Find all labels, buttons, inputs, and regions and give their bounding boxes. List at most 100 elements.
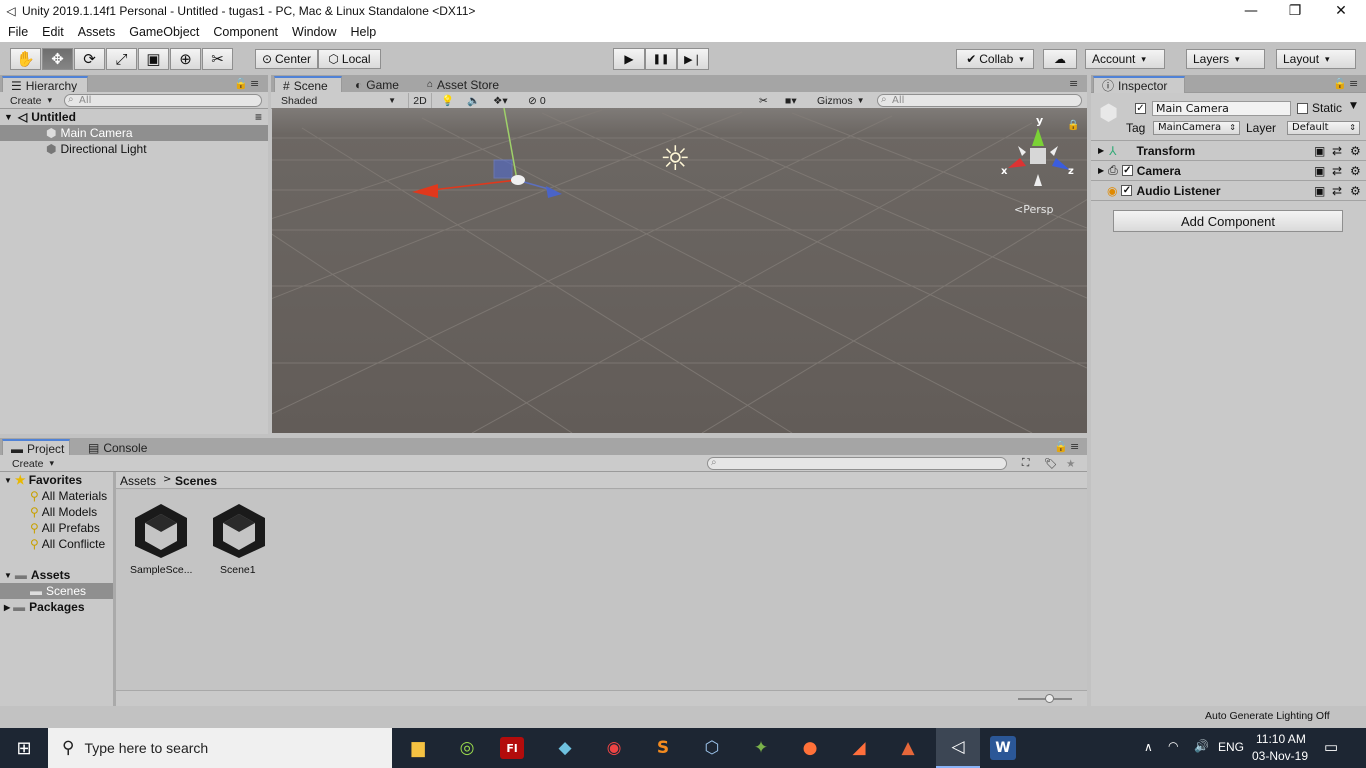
- scene-asset-tile[interactable]: SampleSce...: [126, 500, 196, 580]
- account-dropdown[interactable]: Account: [1085, 49, 1165, 69]
- effects-dropdown-icon[interactable]: ❖▾: [493, 93, 508, 108]
- settings-gear-icon[interactable]: ⚙: [1350, 164, 1361, 178]
- favorite-item[interactable]: ⚲ All Prefabs: [30, 520, 100, 536]
- favorites-header[interactable]: ▼ ★ Favorites: [0, 472, 113, 488]
- windows-start-icon[interactable]: ⊞: [8, 733, 40, 763]
- hierarchy-search-input[interactable]: All: [64, 94, 262, 107]
- scenes-folder-row[interactable]: ▬ Scenes: [0, 583, 113, 599]
- move-gizmo-icon[interactable]: [402, 108, 572, 208]
- projection-toggle[interactable]: <Persp: [1014, 203, 1053, 216]
- menu-window[interactable]: Window: [285, 25, 343, 39]
- breadcrumb-assets[interactable]: Assets: [120, 474, 156, 488]
- active-checkbox[interactable]: ✓: [1135, 103, 1146, 114]
- custom-editor-tool-icon[interactable]: ✂: [202, 48, 233, 70]
- panel-menu-icon[interactable]: ≡: [1069, 77, 1078, 90]
- search-by-type-icon[interactable]: ⛶: [1022, 456, 1029, 471]
- word-icon[interactable]: W: [990, 736, 1016, 760]
- clock-time[interactable]: 11:10 AM: [1256, 732, 1306, 746]
- camera-settings-dropdown[interactable]: ■▾: [785, 93, 797, 108]
- wifi-icon[interactable]: ◠: [1168, 739, 1178, 753]
- zoom-slider-handle[interactable]: [1045, 694, 1054, 703]
- favorite-item[interactable]: ⚲ All Conflicte: [30, 536, 113, 552]
- menu-component[interactable]: Component: [206, 25, 285, 39]
- help-book-icon[interactable]: ▣: [1314, 164, 1325, 178]
- rect-tool-icon[interactable]: ▣: [138, 48, 169, 70]
- language-indicator[interactable]: ENG: [1218, 740, 1244, 754]
- pause-button[interactable]: ❚❚: [645, 48, 677, 70]
- hierarchy-item-directional-light[interactable]: ⬢ Directional Light: [0, 141, 268, 157]
- sublime-text-icon[interactable]: S: [647, 733, 679, 763]
- close-button[interactable]: ✕: [1318, 0, 1364, 22]
- sourcetree-icon[interactable]: ◆: [549, 733, 581, 763]
- tab-game[interactable]: ◐ Game: [347, 76, 407, 93]
- directional-light-sun-icon[interactable]: ☼: [660, 142, 690, 176]
- tag-dropdown[interactable]: MainCamera ⇕: [1153, 121, 1240, 135]
- scene-root-row[interactable]: ▼ ◁ Untitled ≡: [0, 109, 268, 125]
- tools-icon[interactable]: ✂: [759, 93, 768, 108]
- lighting-toggle-icon[interactable]: 💡: [441, 93, 454, 108]
- tab-inspector[interactable]: ⓘ Inspector: [1093, 76, 1185, 93]
- preset-sliders-icon[interactable]: ⇄: [1332, 184, 1342, 198]
- tray-chevron-up-icon[interactable]: ∧: [1144, 740, 1153, 754]
- play-button[interactable]: ▶: [613, 48, 645, 70]
- audio-toggle-icon[interactable]: 🔈: [467, 93, 480, 108]
- virtualbox-icon[interactable]: ⬡: [696, 733, 728, 763]
- menu-gameobject[interactable]: GameObject: [122, 25, 206, 39]
- expand-arrow-icon[interactable]: ▼: [4, 476, 12, 485]
- add-component-button[interactable]: Add Component: [1113, 210, 1343, 232]
- project-search-input[interactable]: [707, 457, 1007, 470]
- scene-asset-tile[interactable]: Scene1: [204, 500, 274, 580]
- maximize-button[interactable]: ❐: [1272, 0, 1318, 22]
- static-dropdown-icon[interactable]: ▼: [1350, 101, 1357, 111]
- expand-arrow-icon[interactable]: ▼: [4, 571, 12, 580]
- lock-icon[interactable]: 🔒: [1054, 440, 1068, 453]
- menu-assets[interactable]: Assets: [71, 25, 123, 39]
- minimize-button[interactable]: —: [1228, 0, 1274, 22]
- hierarchy-create-dropdown[interactable]: Create: [10, 93, 52, 108]
- project-create-dropdown[interactable]: Create: [12, 456, 54, 471]
- packages-folder-row[interactable]: ▶ ▬ Packages: [0, 599, 113, 615]
- layer-dropdown[interactable]: Default ⇕: [1287, 121, 1360, 135]
- notification-icon[interactable]: ▭: [1324, 738, 1338, 756]
- component-camera[interactable]: ▶ ⎙ ✓ Camera ▣ ⇄ ⚙: [1091, 160, 1366, 180]
- app-icon[interactable]: ▲: [892, 733, 924, 763]
- 2d-toggle-button[interactable]: 2D: [408, 93, 432, 108]
- matlab-icon[interactable]: ◢: [843, 733, 875, 763]
- unity-taskbar-icon[interactable]: ◁: [936, 728, 980, 768]
- collab-dropdown[interactable]: ✔ Collab: [956, 49, 1034, 69]
- preset-sliders-icon[interactable]: ⇄: [1332, 144, 1342, 158]
- help-book-icon[interactable]: ▣: [1314, 144, 1325, 158]
- object-name-field[interactable]: Main Camera: [1152, 101, 1291, 116]
- tab-asset-store[interactable]: ⌂ Asset Store: [419, 76, 507, 93]
- camera-enabled-checkbox[interactable]: ✓: [1121, 165, 1133, 176]
- panel-menu-icon[interactable]: ≡: [1070, 440, 1079, 453]
- expand-arrow-icon[interactable]: ▼: [4, 112, 13, 122]
- speaker-icon[interactable]: 🔊: [1194, 739, 1209, 753]
- layout-dropdown[interactable]: Layout: [1276, 49, 1356, 69]
- collapse-arrow-icon[interactable]: ▶: [4, 603, 10, 612]
- breadcrumb-scenes[interactable]: Scenes: [175, 474, 217, 488]
- help-book-icon[interactable]: ▣: [1314, 184, 1325, 198]
- step-button[interactable]: ▶❘: [677, 48, 709, 70]
- move-tool-icon[interactable]: ✥: [42, 48, 73, 70]
- draw-mode-dropdown[interactable]: Shaded ▼: [281, 93, 396, 108]
- scale-tool-icon[interactable]: ⤢: [106, 48, 137, 70]
- file-explorer-icon[interactable]: ▆: [402, 733, 434, 763]
- hand-tool-icon[interactable]: ✋: [10, 48, 41, 70]
- component-transform[interactable]: ▶ ⅄ Transform ▣ ⇄ ⚙: [1091, 140, 1366, 160]
- tab-console[interactable]: ▤ Console: [80, 439, 155, 456]
- transform-tool-icon[interactable]: ⊕: [170, 48, 201, 70]
- flash-icon[interactable]: Fl: [500, 737, 524, 759]
- assets-folder-row[interactable]: ▼ ▬ Assets: [0, 567, 113, 583]
- tab-hierarchy[interactable]: ☰ Hierarchy: [2, 76, 88, 93]
- tab-project[interactable]: ▬ Project: [2, 439, 70, 456]
- hidden-objects-toggle[interactable]: ⊘ 0: [528, 93, 546, 108]
- greenshot-icon[interactable]: ◎: [451, 733, 483, 763]
- settings-gear-icon[interactable]: ⚙: [1350, 144, 1361, 158]
- preset-sliders-icon[interactable]: ⇄: [1332, 164, 1342, 178]
- panel-menu-icon[interactable]: ≡: [1349, 77, 1358, 90]
- cloud-button[interactable]: ☁: [1043, 49, 1077, 69]
- static-checkbox[interactable]: [1297, 103, 1308, 114]
- favorite-item[interactable]: ⚲ All Materials: [30, 488, 107, 504]
- lock-icon[interactable]: 🔒: [234, 77, 248, 90]
